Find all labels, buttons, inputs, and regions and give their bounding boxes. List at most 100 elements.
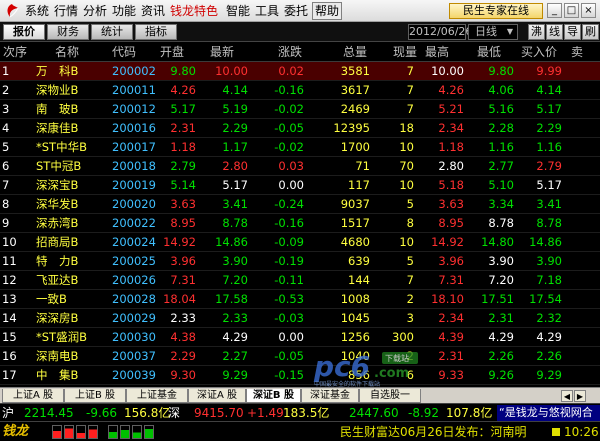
header-name[interactable]: 名称 — [55, 43, 105, 62]
tab-watchlist-1[interactable]: 自选股一 — [359, 389, 421, 403]
menu-info[interactable]: 资讯 — [141, 4, 165, 18]
cell-high: 1.18 — [438, 140, 464, 154]
tool-boil[interactable]: 沸 — [528, 24, 545, 40]
scroll-right-icon[interactable]: ▶ — [574, 390, 586, 402]
news-ticker[interactable]: “是钱龙与悠视网合 — [497, 405, 600, 421]
header-code[interactable]: 代码 — [112, 43, 152, 62]
sh-index-value[interactable]: 2214.45 — [24, 404, 74, 422]
table-row[interactable]: 15 *ST盛润B 200030 4.38 4.29 0.00 1256 300 4.39 4.2… — [0, 328, 600, 347]
table-row[interactable]: 7 深深宝B 200019 5.14 5.17 0.00 117 10 5.18 5.10 5.17 — [0, 176, 600, 195]
tool-guide[interactable]: 导 — [564, 24, 581, 40]
scroll-left-icon[interactable]: ◀ — [561, 390, 573, 402]
table-row[interactable]: 4 深康佳B 200016 2.31 2.29 -0.05 12395 18 2.34 2.28 2… — [0, 119, 600, 138]
header-no[interactable]: 次序 — [3, 43, 37, 62]
cell-code: 200025 — [112, 254, 156, 268]
period-value: 日线 — [475, 25, 497, 38]
tab-statistics[interactable]: 统计 — [91, 24, 133, 40]
header-ask[interactable]: 卖 — [571, 43, 600, 62]
date-display: 2012/06/26 — [408, 24, 473, 40]
cell-last: 2.27 — [222, 349, 248, 363]
table-row[interactable]: 6 ST中冠B 200018 2.79 2.80 0.03 71 70 2.80 2.77 2.79 — [0, 157, 600, 176]
cell-low: 14.80 — [481, 235, 514, 249]
header-volume[interactable]: 总量 — [343, 43, 383, 62]
table-row[interactable]: 16 深南电B 200037 2.29 2.27 -0.05 1040 2 2.31 2.26 2.… — [0, 347, 600, 366]
cell-chg: -0.05 — [274, 121, 304, 135]
cell-chg: 0.00 — [278, 178, 304, 192]
cell-bid: 14.86 — [529, 235, 562, 249]
cell-low: 9.80 — [488, 64, 514, 78]
close-button[interactable]: × — [581, 3, 596, 18]
table-row[interactable]: 8 深华发B 200020 3.63 3.41 -0.24 9037 5 3.63 3.34 3.4… — [0, 195, 600, 214]
cell-chg: -0.53 — [274, 292, 304, 306]
tab-sh-fund[interactable]: 上证基金 — [126, 389, 188, 403]
tab-quotes[interactable]: 报价 — [3, 24, 45, 40]
tab-sz-b[interactable]: 深证B 股 — [246, 389, 301, 403]
table-row[interactable]: 14 深深房B 200029 2.33 2.33 -0.03 1045 3 2.34 2.31 2.… — [0, 309, 600, 328]
maximize-button[interactable]: □ — [564, 3, 579, 18]
menu-smart[interactable]: 智能 — [226, 4, 250, 18]
cell-last: 8.78 — [222, 216, 248, 230]
cell-low: 1.16 — [488, 140, 514, 154]
menu-system[interactable]: 系统 — [25, 4, 49, 18]
cell-cur: 3 — [406, 311, 414, 325]
tab-sh-b[interactable]: 上证B 股 — [64, 389, 126, 403]
cell-low: 2.31 — [488, 311, 514, 325]
table-row[interactable]: 5 *ST中华B 200017 1.18 1.17 -0.02 1700 10 1.18 1.16… — [0, 138, 600, 157]
table-row[interactable]: 11 特 力B 200025 3.96 3.90 -0.19 639 5 3.96 3.90 3.9… — [0, 252, 600, 271]
menu-tools[interactable]: 工具 — [255, 4, 279, 18]
tab-sz-a[interactable]: 深证A 股 — [188, 389, 246, 403]
third-index-value[interactable]: 2447.60 — [349, 404, 399, 422]
tab-sz-fund[interactable]: 深证基金 — [301, 389, 359, 403]
tab-indicators[interactable]: 指标 — [135, 24, 177, 40]
header-low[interactable]: 最低 — [477, 43, 517, 62]
header-bid[interactable]: 买入价 — [521, 43, 571, 62]
cell-code: 200016 — [112, 121, 156, 135]
tool-refresh[interactable]: 刷 — [582, 24, 599, 40]
table-row[interactable]: 12 飞亚达B 200026 7.31 7.20 -0.11 144 7 7.31 7.20 7.1… — [0, 271, 600, 290]
table-row[interactable]: 13 一致B 200028 18.04 17.58 -0.53 1008 2 18.10 17.5… — [0, 290, 600, 309]
cell-bid: 1.16 — [536, 140, 562, 154]
cell-vol: 2469 — [340, 102, 370, 116]
table-row[interactable]: 1 万 科B 200002 9.80 10.00 0.02 3581 7 10.00 9.80 9.… — [0, 62, 600, 81]
third-index-change: -8.92 — [408, 406, 440, 420]
menu-analysis[interactable]: 分析 — [83, 4, 107, 18]
menu-help[interactable]: 帮助 — [312, 2, 343, 20]
menu-quotes[interactable]: 行情 — [54, 4, 78, 18]
minimize-button[interactable]: _ — [547, 3, 562, 18]
cell-name: 飞亚达B — [36, 273, 79, 287]
table-row[interactable]: 9 深赤湾B 200022 8.95 8.78 -0.16 1517 8 8.95 8.78 8.7… — [0, 214, 600, 233]
tool-line[interactable]: 线 — [546, 24, 563, 40]
cell-name: 深康佳B — [36, 121, 79, 135]
tab-sh-a[interactable]: 上证A 股 — [2, 389, 64, 403]
cell-open: 3.63 — [170, 197, 196, 211]
table-row[interactable]: 3 南 玻B 200012 5.17 5.19 -0.02 2469 7 5.21 5.16 5.1… — [0, 100, 600, 119]
market-tab-bar: 上证A 股 上证B 股 上证基金 深证A 股 深证B 股 深证基金 自选股一 ◀… — [0, 387, 600, 403]
table-row[interactable]: 10 招商局B 200024 14.92 14.86 -0.09 4680 10 14.92 14… — [0, 233, 600, 252]
header-last[interactable]: 最新 — [210, 43, 250, 62]
expert-online-button[interactable]: 民生专家在线 — [449, 3, 543, 19]
cell-high: 3.63 — [438, 197, 464, 211]
mini-indicator-icon — [108, 425, 118, 439]
header-change[interactable]: 涨跌 — [278, 43, 318, 62]
header-open[interactable]: 开盘 — [160, 43, 200, 62]
cell-chg: -0.15 — [274, 368, 304, 382]
status-message[interactable]: 民生财富达06月26日发布：河南明 — [340, 422, 527, 441]
menu-functions[interactable]: 功能 — [112, 4, 136, 18]
tab-finance[interactable]: 财务 — [47, 24, 89, 40]
cell-open: 9.30 — [170, 368, 196, 382]
cell-vol: 117 — [348, 178, 370, 192]
cell-chg: 0.02 — [278, 64, 304, 78]
cell-low: 8.78 — [488, 216, 514, 230]
menu-qianlong-special[interactable]: 钱龙特色 — [170, 4, 218, 18]
menu-trade[interactable]: 委托 — [284, 4, 308, 18]
cell-low: 7.20 — [488, 273, 514, 287]
cell-cur: 10 — [399, 140, 414, 154]
sz-index-value[interactable]: 9415.70 — [194, 404, 244, 422]
table-row[interactable]: 17 中 集B 200039 9.30 9.29 -0.15 856 6 9.33 9.26 9.2… — [0, 366, 600, 385]
cell-no: 1 — [2, 64, 10, 78]
table-row[interactable]: 2 深物业B 200011 4.26 4.14 -0.16 3617 7 4.26 4.06 4.1… — [0, 81, 600, 100]
period-select[interactable]: 日线 ▼ — [468, 24, 518, 40]
header-high[interactable]: 最高 — [425, 43, 465, 62]
cell-bid: 2.79 — [536, 159, 562, 173]
cell-vol: 12395 — [333, 121, 370, 135]
